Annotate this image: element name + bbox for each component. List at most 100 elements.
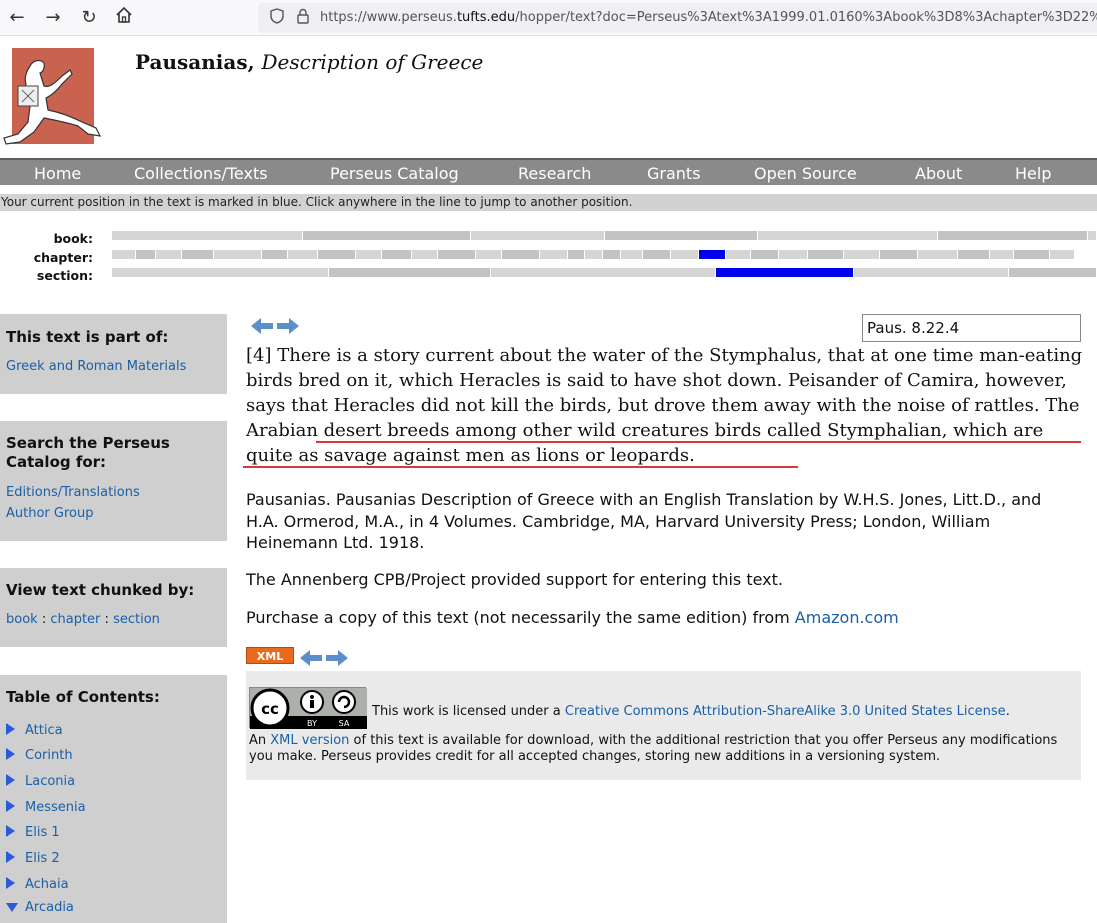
position-segment[interactable] (382, 250, 411, 259)
menu-catalog[interactable]: Perseus Catalog (330, 164, 459, 183)
collapse-arrow-icon[interactable] (6, 903, 18, 912)
next-arrow-icon[interactable] (277, 318, 299, 334)
cc-license-badge[interactable]: cc BY SA (249, 687, 367, 729)
position-segment[interactable] (476, 250, 501, 259)
author-group-link[interactable]: Author Group (6, 506, 93, 521)
browser-toolbar: ← → ↻ https://www.perseus.tufts.edu/hopp… (0, 0, 1097, 36)
position-segment[interactable] (502, 250, 539, 259)
position-segment[interactable] (603, 250, 620, 259)
toc-item-elis-2[interactable]: Elis 2 (6, 851, 60, 866)
toc-item-attica[interactable]: Attica (6, 723, 63, 738)
position-segment[interactable] (303, 231, 470, 240)
menu-research[interactable]: Research (518, 164, 591, 183)
expand-arrow-icon[interactable] (6, 825, 15, 837)
position-segment[interactable] (621, 250, 642, 259)
position-segment[interactable] (726, 250, 750, 259)
purchase-note: Purchase a copy of this text (not necess… (246, 608, 899, 627)
position-segment[interactable] (918, 250, 957, 259)
chapter-label: chapter: (33, 250, 93, 265)
position-segment[interactable] (585, 250, 602, 259)
position-segment[interactable] (938, 231, 1087, 240)
position-segment[interactable] (112, 250, 135, 259)
menu-home[interactable]: Home (34, 164, 81, 183)
position-segment[interactable] (699, 250, 725, 259)
chunk-book-link[interactable]: book (6, 612, 38, 627)
reload-icon[interactable]: ↻ (77, 6, 101, 30)
position-segment[interactable] (1014, 250, 1049, 259)
position-segment[interactable] (779, 250, 807, 259)
previous-arrow-icon[interactable] (251, 318, 273, 334)
home-icon[interactable] (112, 6, 136, 30)
expand-arrow-icon[interactable] (6, 851, 15, 863)
position-segment[interactable] (288, 250, 317, 259)
position-segment[interactable] (605, 231, 757, 240)
expand-arrow-icon[interactable] (6, 748, 15, 760)
cc-license-link[interactable]: Creative Commons Attribution-ShareAlike … (565, 704, 1006, 719)
next-arrow-icon[interactable] (326, 650, 348, 666)
menu-grants[interactable]: Grants (647, 164, 701, 183)
position-segment[interactable] (1050, 250, 1074, 259)
menu-collections[interactable]: Collections/Texts (134, 164, 268, 183)
forward-icon[interactable]: → (41, 6, 65, 30)
position-segment[interactable] (540, 250, 567, 259)
position-segment[interactable] (136, 250, 155, 259)
editions-link[interactable]: Editions/Translations (6, 485, 140, 500)
position-segment[interactable] (844, 250, 879, 259)
position-segment[interactable] (671, 250, 698, 259)
position-segment[interactable] (643, 250, 670, 259)
position-segment[interactable] (751, 250, 778, 259)
toc-item-achaia[interactable]: Achaia (6, 877, 69, 892)
back-icon[interactable]: ← (5, 6, 29, 30)
position-segment[interactable] (491, 268, 715, 277)
toc-item-laconia[interactable]: Laconia (6, 774, 75, 789)
position-segment[interactable] (214, 250, 261, 259)
position-segment[interactable] (758, 231, 937, 240)
url-text[interactable]: https://www.perseus.tufts.edu/hopper/tex… (320, 10, 1097, 25)
position-segment[interactable] (958, 250, 989, 259)
position-segment[interactable] (568, 250, 584, 259)
xml-version-link[interactable]: XML version (270, 733, 349, 748)
amazon-link[interactable]: Amazon.com (795, 608, 899, 627)
lock-icon[interactable] (294, 8, 312, 28)
position-segment[interactable] (412, 250, 437, 259)
address-bar[interactable]: https://www.perseus.tufts.edu/hopper/tex… (258, 3, 1097, 33)
xml-version-note: An XML version of this text is available… (249, 733, 1058, 764)
position-segment[interactable] (1009, 268, 1096, 277)
position-segment[interactable] (112, 268, 328, 277)
chunk-chapter-link[interactable]: chapter (50, 612, 100, 627)
chunk-section-link[interactable]: section (113, 612, 160, 627)
position-segment[interactable] (438, 250, 475, 259)
expand-arrow-icon[interactable] (6, 877, 15, 889)
position-segment[interactable] (716, 268, 853, 277)
toc-item-arcadia[interactable]: Arcadia (6, 900, 74, 915)
position-segment[interactable] (318, 250, 355, 259)
position-segment[interactable] (1088, 231, 1096, 240)
reference-input[interactable] (862, 314, 1081, 342)
expand-arrow-icon[interactable] (6, 723, 15, 735)
perseus-logo[interactable] (0, 46, 110, 150)
position-segment[interactable] (329, 268, 490, 277)
position-segment[interactable] (854, 268, 1008, 277)
toc-item-corinth[interactable]: Corinth (6, 748, 73, 763)
position-segment[interactable] (112, 231, 302, 240)
xml-download-button[interactable]: XML (246, 647, 294, 664)
position-segment[interactable] (262, 250, 287, 259)
toc-item-messenia[interactable]: Messenia (6, 800, 86, 815)
position-segment[interactable] (880, 250, 917, 259)
menu-help[interactable]: Help (1015, 164, 1051, 183)
expand-arrow-icon[interactable] (6, 800, 15, 812)
toc-item-elis-1[interactable]: Elis 1 (6, 825, 60, 840)
expand-arrow-icon[interactable] (6, 774, 15, 786)
position-segment[interactable] (990, 250, 1013, 259)
menu-open-source[interactable]: Open Source (754, 164, 857, 183)
menu-about[interactable]: About (915, 164, 962, 183)
position-segment[interactable] (808, 250, 843, 259)
shield-icon[interactable] (268, 8, 286, 28)
position-segment[interactable] (471, 231, 604, 240)
position-segment[interactable] (356, 250, 381, 259)
greek-roman-link[interactable]: Greek and Roman Materials (6, 359, 186, 374)
previous-arrow-icon[interactable] (300, 650, 322, 666)
cc-sa-label: SA (339, 719, 350, 728)
position-segment[interactable] (156, 250, 181, 259)
position-segment[interactable] (182, 250, 213, 259)
